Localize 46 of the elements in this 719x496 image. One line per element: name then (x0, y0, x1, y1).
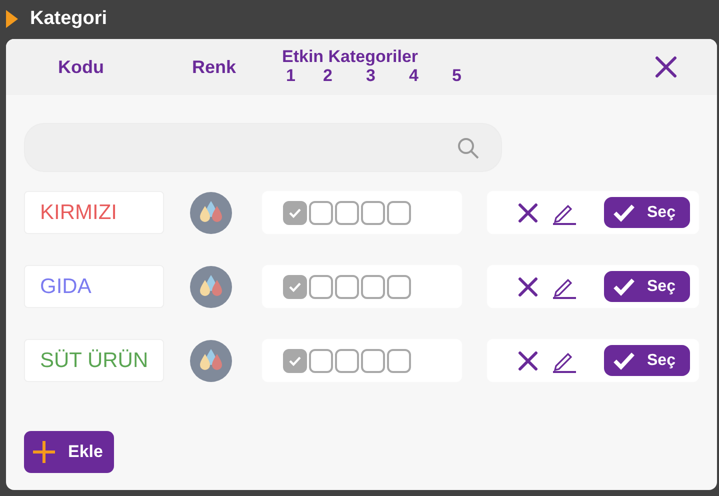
search-field[interactable] (24, 123, 502, 172)
category-checkbox[interactable] (283, 200, 307, 224)
add-button[interactable]: Ekle (24, 431, 114, 473)
check-icon (289, 356, 301, 366)
check-icon (289, 208, 301, 218)
category-checkbox[interactable] (361, 200, 385, 224)
color-drops-icon[interactable] (190, 192, 232, 234)
plus-icon (32, 440, 56, 464)
category-checkbox[interactable] (309, 274, 333, 298)
check-icon (289, 282, 301, 292)
category-checkbox[interactable] (283, 274, 307, 298)
close-button[interactable] (655, 56, 677, 78)
category-number: 3 (365, 66, 376, 86)
category-checkbox[interactable] (387, 200, 411, 224)
category-number: 4 (408, 66, 420, 86)
code-field[interactable]: GIDA (24, 265, 164, 308)
category-checkbox[interactable] (283, 348, 307, 372)
search-icon (457, 136, 479, 158)
column-heading: Kodu (57, 56, 105, 78)
column-heading: Etkin Kategoriler (282, 48, 418, 66)
category-checkbox[interactable] (387, 274, 411, 298)
check-icon (613, 278, 635, 296)
select-button[interactable]: Seç (604, 271, 690, 302)
category-checkbox[interactable] (335, 348, 359, 372)
category-checkbox[interactable] (309, 348, 333, 372)
category-checkbox[interactable] (361, 274, 385, 298)
category-number: 5 (451, 66, 462, 86)
color-drops-icon[interactable] (190, 340, 232, 382)
column-heading: Renk (190, 56, 237, 78)
check-icon (613, 204, 635, 222)
category-checkbox[interactable] (335, 274, 359, 298)
check-icon (613, 352, 635, 370)
delete-button[interactable] (518, 202, 538, 222)
category-checkbox[interactable] (387, 348, 411, 372)
category-checkbox[interactable] (361, 348, 385, 372)
select-button[interactable]: Seç (604, 345, 690, 376)
delete-button[interactable] (518, 350, 538, 370)
color-drops-icon[interactable] (190, 266, 232, 308)
delete-button[interactable] (518, 276, 538, 296)
select-button[interactable]: Seç (604, 197, 690, 228)
category-number: 1 (285, 66, 296, 86)
triangle-icon (6, 10, 18, 28)
category-number: 2 (322, 66, 334, 86)
category-checkbox[interactable] (309, 200, 333, 224)
category-checkbox[interactable] (335, 200, 359, 224)
page-title: Kategori (30, 8, 108, 30)
